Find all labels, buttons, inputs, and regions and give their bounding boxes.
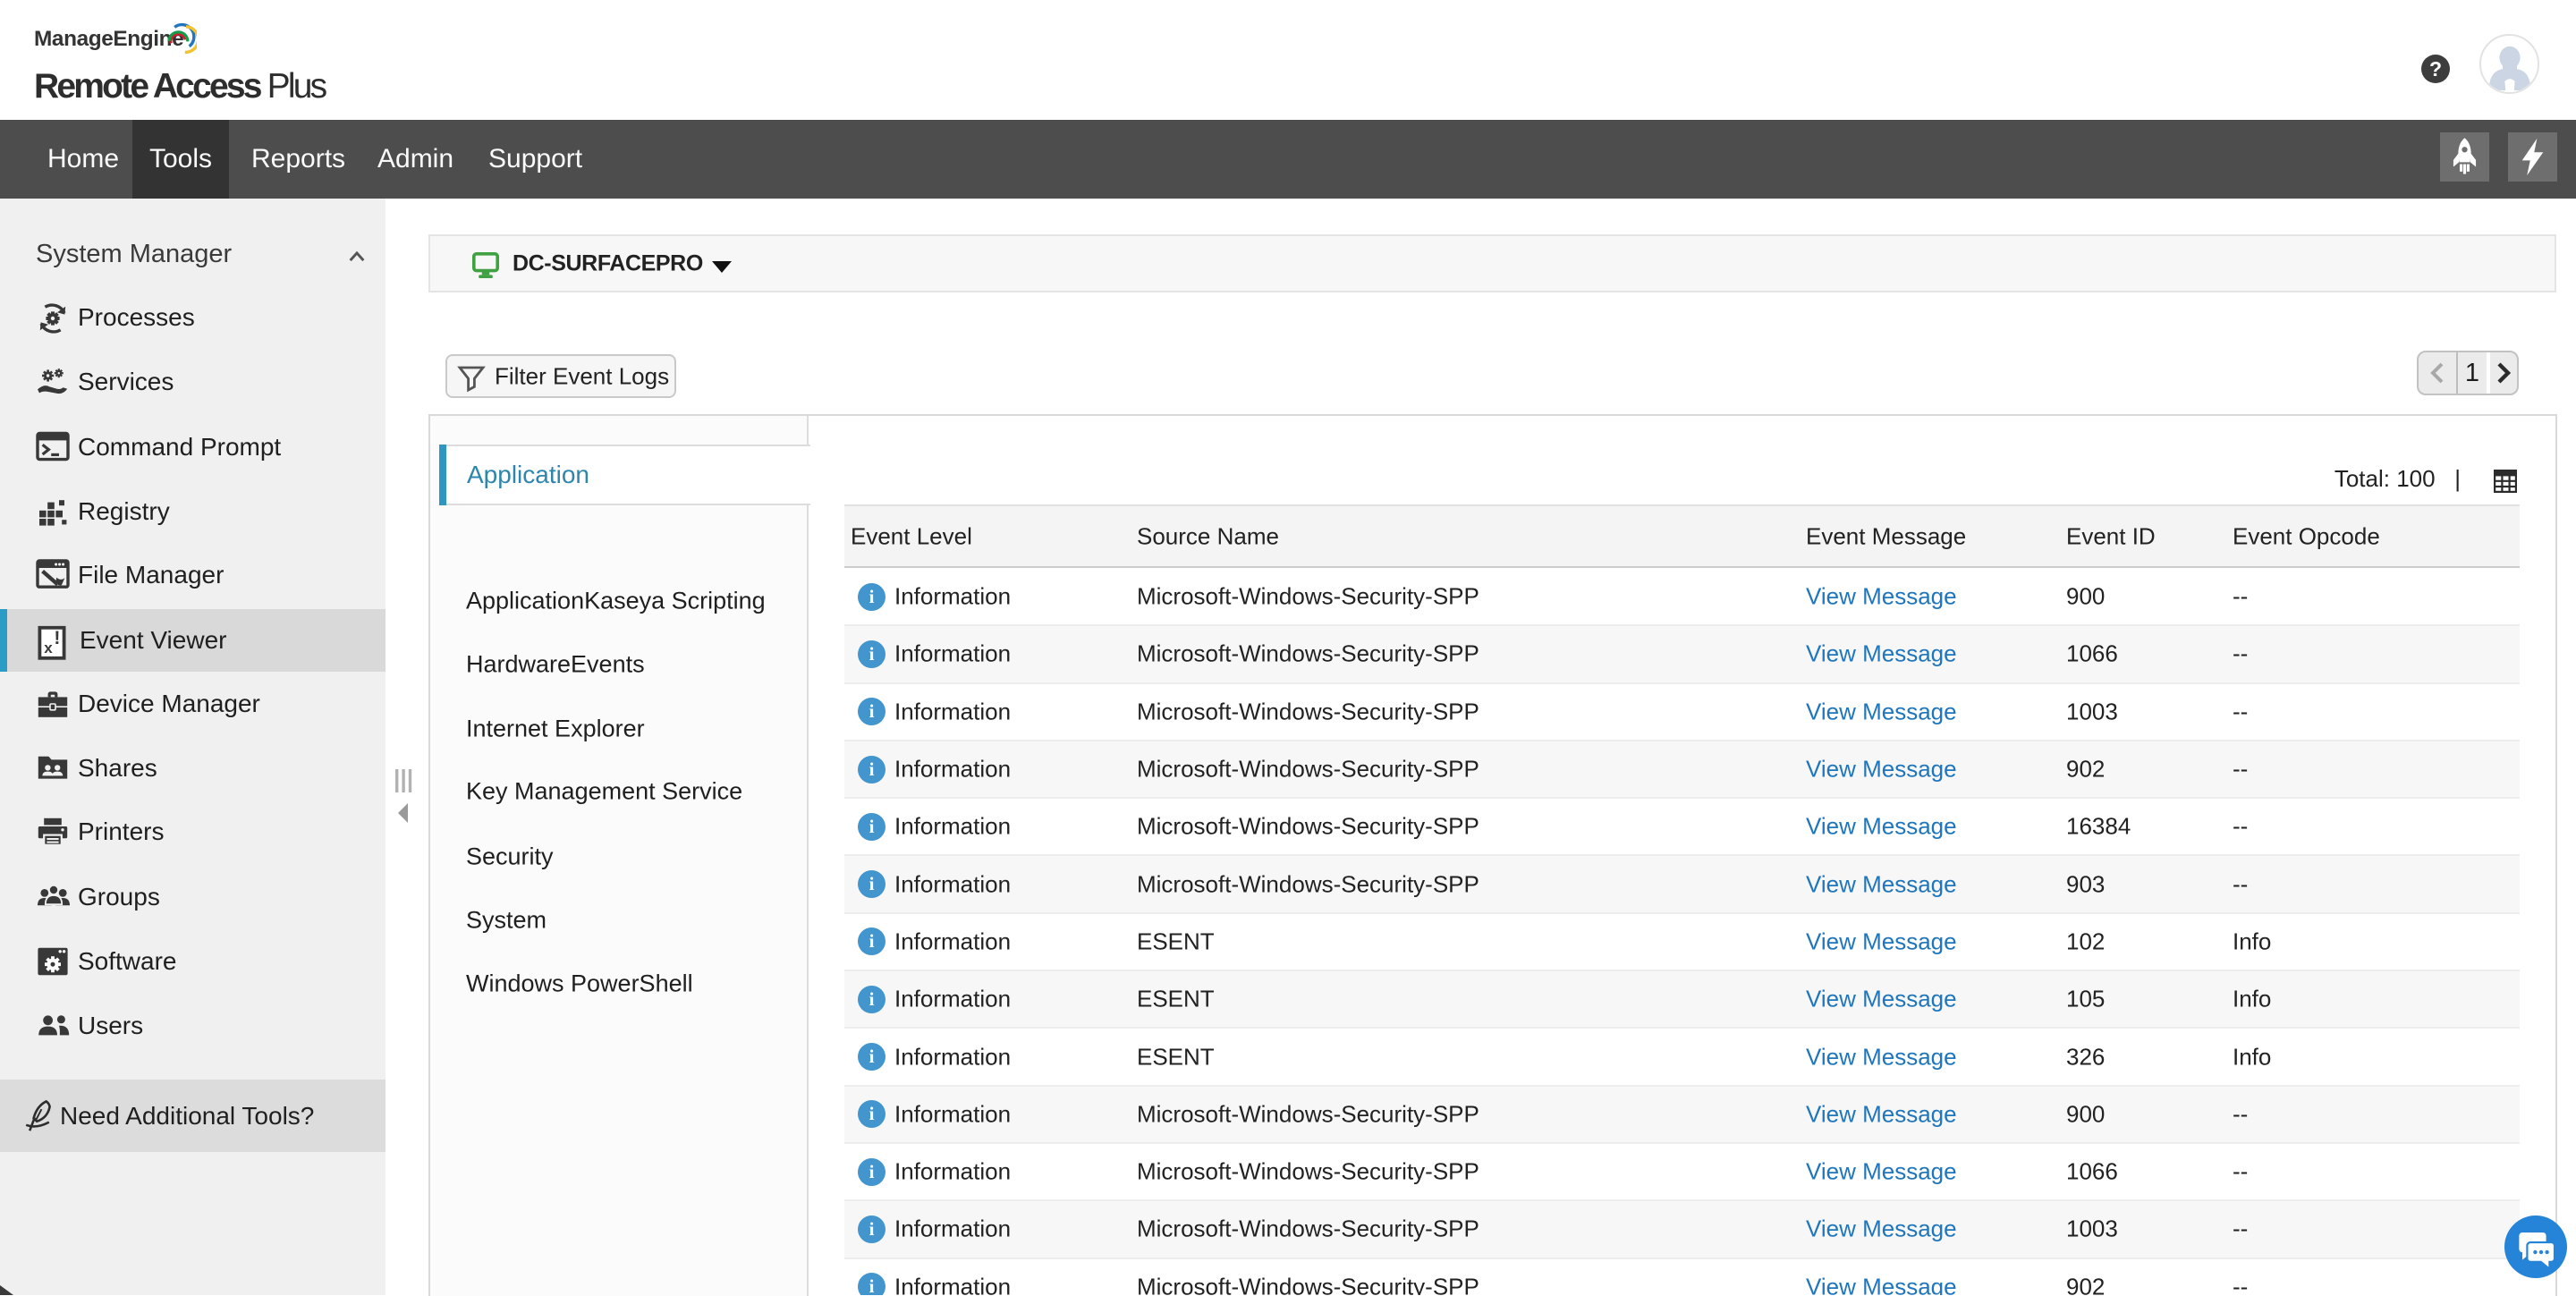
- svg-text:x: x: [44, 640, 53, 656]
- svg-text:!: !: [54, 628, 60, 648]
